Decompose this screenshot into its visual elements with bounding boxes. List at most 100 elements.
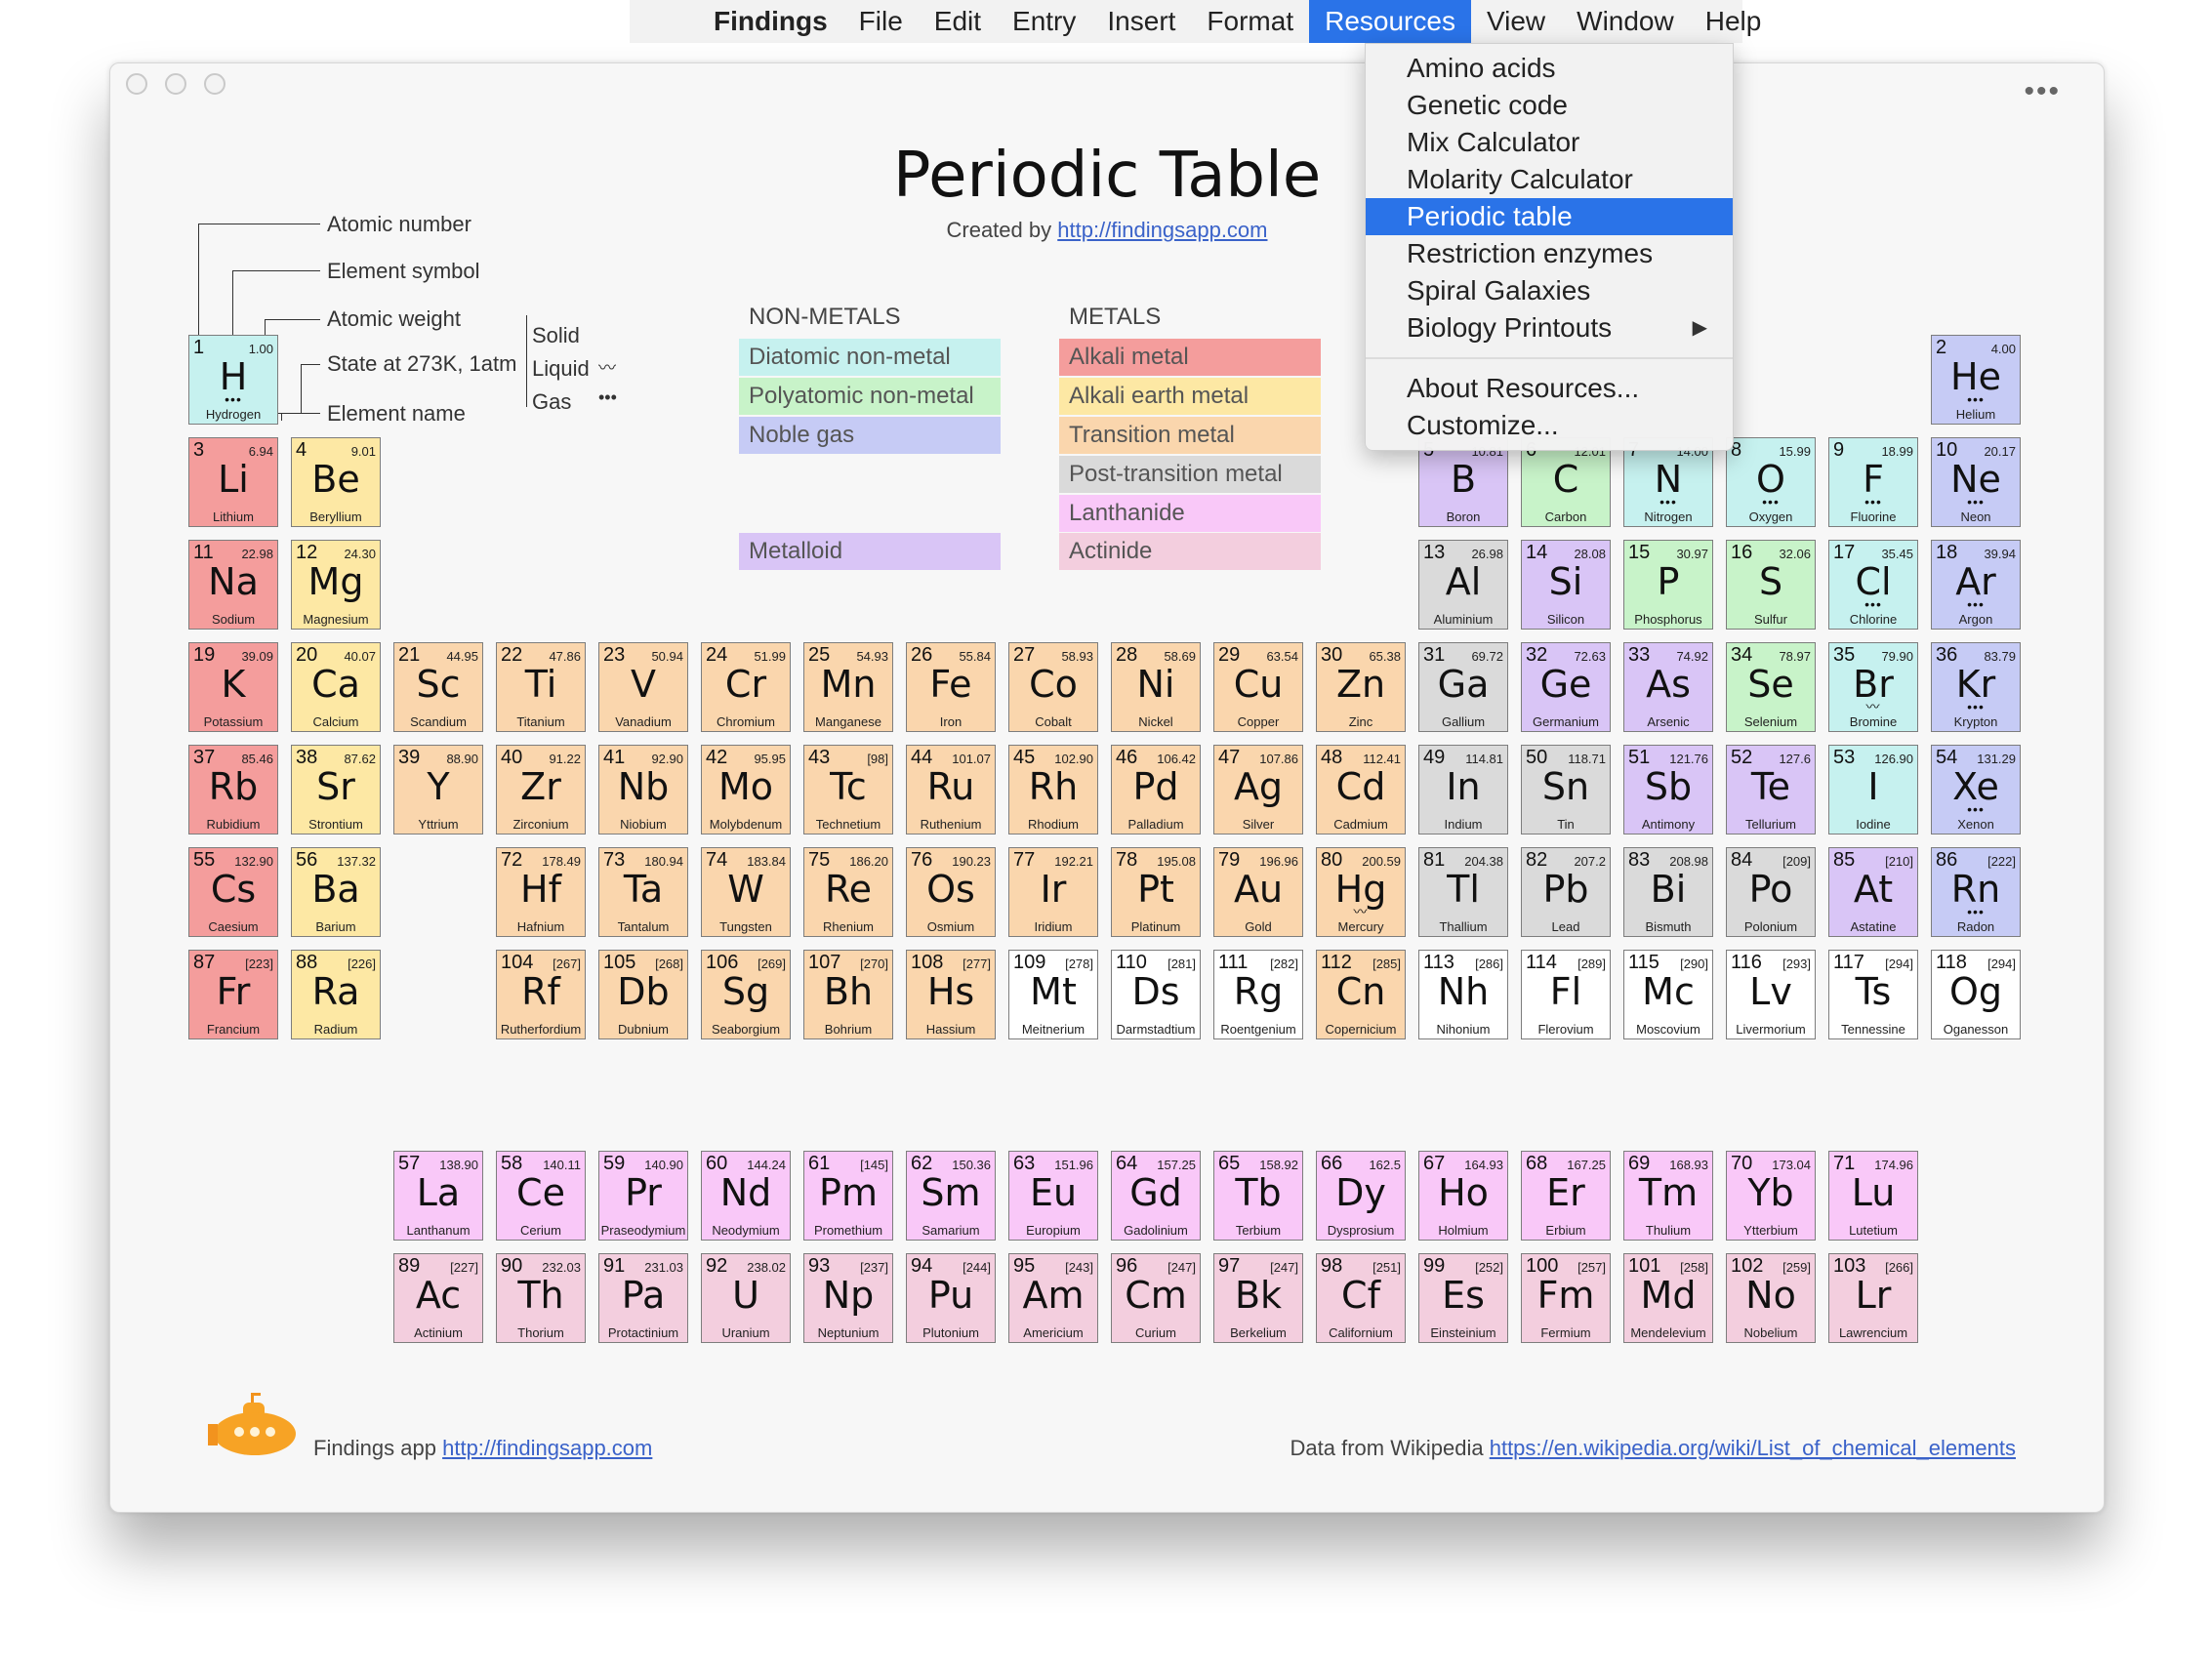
menu-edit[interactable]: Edit (919, 0, 997, 43)
more-dots-icon[interactable]: ••• (2024, 75, 2061, 108)
menu-resources[interactable]: Resources (1309, 0, 1471, 43)
element-cell-sr[interactable]: 38 87.62 Sr Strontium (291, 745, 381, 834)
element-cell-zn[interactable]: 30 65.38 Zn Zinc (1316, 642, 1406, 732)
element-cell-bh[interactable]: 107 [270] Bh Bohrium (803, 950, 893, 1039)
element-cell-ir[interactable]: 77 192.21 Ir Iridium (1008, 847, 1098, 937)
footer-source-link[interactable]: https://en.wikipedia.org/wiki/List_of_ch… (1490, 1436, 2016, 1460)
element-cell-er[interactable]: 68 167.25 Er Erbium (1521, 1151, 1611, 1241)
element-cell-ge[interactable]: 32 72.63 Ge Germanium (1521, 642, 1611, 732)
element-cell-co[interactable]: 27 58.93 Co Cobalt (1008, 642, 1098, 732)
menu-item-customize[interactable]: Customize... (1366, 407, 1733, 444)
menu-window[interactable]: Window (1561, 0, 1690, 43)
element-cell-te[interactable]: 52 127.6 Te Tellurium (1726, 745, 1816, 834)
element-cell-yb[interactable]: 70 173.04 Yb Ytterbium (1726, 1151, 1816, 1241)
element-cell-pt[interactable]: 78 195.08 Pt Platinum (1111, 847, 1201, 937)
menu-item-periodic-table[interactable]: Periodic table (1366, 198, 1733, 235)
menu-format[interactable]: Format (1191, 0, 1309, 43)
element-cell-h[interactable]: 1 1.00 H Hydrogen ••• (188, 335, 278, 425)
element-cell-tm[interactable]: 69 168.93 Tm Thulium (1623, 1151, 1713, 1241)
element-cell-lr[interactable]: 103 [266] Lr Lawrencium (1828, 1253, 1918, 1343)
element-cell-nd[interactable]: 60 144.24 Nd Neodymium (701, 1151, 791, 1241)
element-cell-o[interactable]: 8 15.99 O Oxygen ••• (1726, 437, 1816, 527)
element-cell-xe[interactable]: 54 131.29 Xe Xenon ••• (1931, 745, 2021, 834)
element-cell-sn[interactable]: 50 118.71 Sn Tin (1521, 745, 1611, 834)
menu-item-molarity-calculator[interactable]: Molarity Calculator (1366, 161, 1733, 198)
element-cell-ru[interactable]: 44 101.07 Ru Ruthenium (906, 745, 996, 834)
menu-item-about-resources[interactable]: About Resources... (1366, 370, 1733, 407)
menu-item-spiral-galaxies[interactable]: Spiral Galaxies (1366, 272, 1733, 309)
menu-findings[interactable]: Findings (698, 0, 843, 43)
element-cell-pr[interactable]: 59 140.90 Pr Praseodymium (598, 1151, 688, 1241)
element-cell-og[interactable]: 118 [294] Og Oganesson (1931, 950, 2021, 1039)
element-cell-in[interactable]: 49 114.81 In Indium (1418, 745, 1508, 834)
element-cell-rn[interactable]: 86 [222] Rn Radon ••• (1931, 847, 2021, 937)
element-cell-ac[interactable]: 89 [227] Ac Actinium (393, 1253, 483, 1343)
element-cell-th[interactable]: 90 232.03 Th Thorium (496, 1253, 586, 1343)
element-cell-u[interactable]: 92 238.02 U Uranium (701, 1253, 791, 1343)
element-cell-au[interactable]: 79 196.96 Au Gold (1213, 847, 1303, 937)
element-cell-se[interactable]: 34 78.97 Se Selenium (1726, 642, 1816, 732)
element-cell-s[interactable]: 16 32.06 S Sulfur (1726, 540, 1816, 630)
element-cell-am[interactable]: 95 [243] Am Americium (1008, 1253, 1098, 1343)
element-cell-cf[interactable]: 98 [251] Cf Californium (1316, 1253, 1406, 1343)
element-cell-ca[interactable]: 20 40.07 Ca Calcium (291, 642, 381, 732)
element-cell-gd[interactable]: 64 157.25 Gd Gadolinium (1111, 1151, 1201, 1241)
element-cell-cu[interactable]: 29 63.54 Cu Copper (1213, 642, 1303, 732)
element-cell-hg[interactable]: 80 200.59 Hg Mercury 〰 (1316, 847, 1406, 937)
element-cell-hs[interactable]: 108 [277] Hs Hassium (906, 950, 996, 1039)
menu-file[interactable]: File (843, 0, 919, 43)
element-cell-bi[interactable]: 83 208.98 Bi Bismuth (1623, 847, 1713, 937)
menu-item-genetic-code[interactable]: Genetic code (1366, 87, 1733, 124)
element-cell-hf[interactable]: 72 178.49 Hf Hafnium (496, 847, 586, 937)
element-cell-db[interactable]: 105 [268] Db Dubnium (598, 950, 688, 1039)
element-cell-at[interactable]: 85 [210] At Astatine (1828, 847, 1918, 937)
element-cell-cr[interactable]: 24 51.99 Cr Chromium (701, 642, 791, 732)
footer-app-link[interactable]: http://findingsapp.com (442, 1436, 652, 1460)
element-cell-si[interactable]: 14 28.08 Si Silicon (1521, 540, 1611, 630)
element-cell-sg[interactable]: 106 [269] Sg Seaborgium (701, 950, 791, 1039)
element-cell-f[interactable]: 9 18.99 F Fluorine ••• (1828, 437, 1918, 527)
element-cell-ni[interactable]: 28 58.69 Ni Nickel (1111, 642, 1201, 732)
element-cell-tl[interactable]: 81 204.38 Tl Thallium (1418, 847, 1508, 937)
element-cell-mc[interactable]: 115 [290] Mc Moscovium (1623, 950, 1713, 1039)
element-cell-pu[interactable]: 94 [244] Pu Plutonium (906, 1253, 996, 1343)
element-cell-ho[interactable]: 67 164.93 Ho Holmium (1418, 1151, 1508, 1241)
element-cell-p[interactable]: 15 30.97 P Phosphorus (1623, 540, 1713, 630)
element-cell-na[interactable]: 11 22.98 Na Sodium (188, 540, 278, 630)
element-cell-al[interactable]: 13 26.98 Al Aluminium (1418, 540, 1508, 630)
element-cell-rb[interactable]: 37 85.46 Rb Rubidium (188, 745, 278, 834)
zoom-window-button[interactable] (204, 73, 225, 95)
element-cell-fm[interactable]: 100 [257] Fm Fermium (1521, 1253, 1611, 1343)
element-cell-sc[interactable]: 21 44.95 Sc Scandium (393, 642, 483, 732)
element-cell-ti[interactable]: 22 47.86 Ti Titanium (496, 642, 586, 732)
element-cell-i[interactable]: 53 126.90 I Iodine (1828, 745, 1918, 834)
element-cell-cd[interactable]: 48 112.41 Cd Cadmium (1316, 745, 1406, 834)
element-cell-he[interactable]: 2 4.00 He Helium ••• (1931, 335, 2021, 425)
element-cell-mo[interactable]: 42 95.95 Mo Molybdenum (701, 745, 791, 834)
element-cell-k[interactable]: 19 39.09 K Potassium (188, 642, 278, 732)
menu-item-mix-calculator[interactable]: Mix Calculator (1366, 124, 1733, 161)
close-window-button[interactable] (126, 73, 147, 95)
element-cell-md[interactable]: 101 [258] Md Mendelevium (1623, 1253, 1713, 1343)
element-cell-po[interactable]: 84 [209] Po Polonium (1726, 847, 1816, 937)
element-cell-la[interactable]: 57 138.90 La Lanthanum (393, 1151, 483, 1241)
element-cell-rh[interactable]: 45 102.90 Rh Rhodium (1008, 745, 1098, 834)
menu-help[interactable]: Help (1690, 0, 1778, 43)
element-cell-y[interactable]: 39 88.90 Y Yttrium (393, 745, 483, 834)
element-cell-ga[interactable]: 31 69.72 Ga Gallium (1418, 642, 1508, 732)
element-cell-rg[interactable]: 111 [282] Rg Roentgenium (1213, 950, 1303, 1039)
element-cell-li[interactable]: 3 6.94 Li Lithium (188, 437, 278, 527)
element-cell-fr[interactable]: 87 [223] Fr Francium (188, 950, 278, 1039)
element-cell-nb[interactable]: 41 92.90 Nb Niobium (598, 745, 688, 834)
element-cell-no[interactable]: 102 [259] No Nobelium (1726, 1253, 1816, 1343)
element-cell-br[interactable]: 35 79.90 Br Bromine 〰 (1828, 642, 1918, 732)
element-cell-re[interactable]: 75 186.20 Re Rhenium (803, 847, 893, 937)
element-cell-mg[interactable]: 12 24.30 Mg Magnesium (291, 540, 381, 630)
element-cell-np[interactable]: 93 [237] Np Neptunium (803, 1253, 893, 1343)
element-cell-v[interactable]: 23 50.94 V Vanadium (598, 642, 688, 732)
element-cell-ds[interactable]: 110 [281] Ds Darmstadtium (1111, 950, 1201, 1039)
element-cell-tb[interactable]: 65 158.92 Tb Terbium (1213, 1151, 1303, 1241)
element-cell-lv[interactable]: 116 [293] Lv Livermorium (1726, 950, 1816, 1039)
element-cell-pm[interactable]: 61 [145] Pm Promethium (803, 1151, 893, 1241)
element-cell-bk[interactable]: 97 [247] Bk Berkelium (1213, 1253, 1303, 1343)
